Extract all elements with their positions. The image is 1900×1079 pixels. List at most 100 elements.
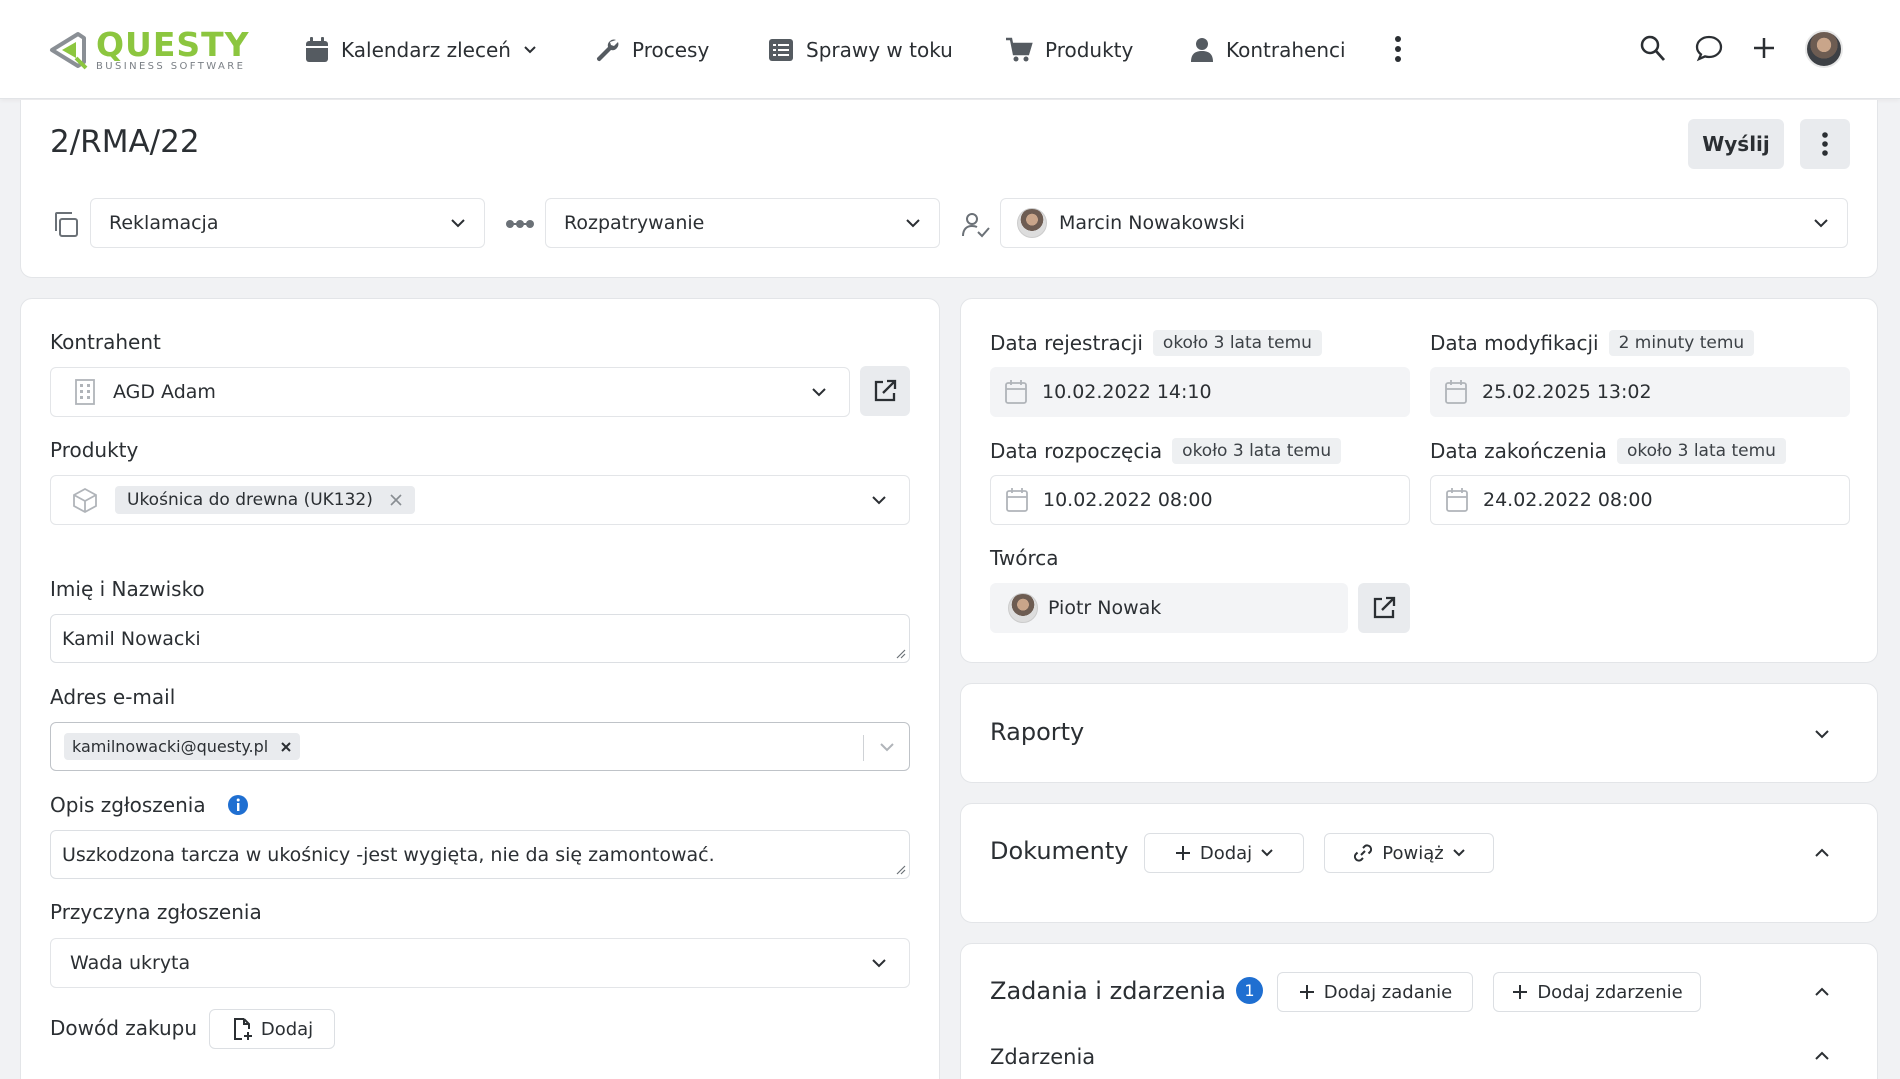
nav-item-cases[interactable]: Sprawy w toku <box>768 0 953 99</box>
chevron-down-icon <box>872 496 886 505</box>
chevron-down-icon <box>906 219 920 228</box>
chevron-up-icon[interactable] <box>1814 1047 1830 1065</box>
documents-title: Dokumenty <box>990 837 1129 865</box>
description-label: Opis zgłoszenia <box>50 793 206 817</box>
resize-handle-icon[interactable] <box>896 865 906 875</box>
reports-card[interactable] <box>960 683 1878 783</box>
add-event-button[interactable]: Dodaj zdarzenie <box>1493 972 1701 1012</box>
plus-icon <box>1513 985 1528 999</box>
email-chip: kamilnowacki@questy.pl <box>64 733 301 760</box>
plus-icon <box>1299 985 1314 999</box>
chevron-down-icon <box>872 959 886 968</box>
end-date-badge: około 3 lata temu <box>1616 438 1786 464</box>
nav-item-processes[interactable]: Procesy <box>594 0 709 99</box>
calendar-outline-icon <box>1446 488 1468 512</box>
logo-tagline: BUSINESS SOFTWARE <box>96 61 246 72</box>
products-label: Produkty <box>50 438 139 462</box>
chevron-up-icon[interactable] <box>1814 983 1830 1001</box>
chevron-up-icon[interactable] <box>1814 844 1830 862</box>
registration-date-label: Data rejestracji około 3 lata temu <box>990 330 1322 356</box>
start-date-value: 10.02.2022 08:00 <box>1043 489 1213 511</box>
nav-label-cases: Sprawy w toku <box>806 37 953 62</box>
link-icon <box>1354 844 1373 862</box>
contractor-value: AGD Adam <box>113 381 216 403</box>
case-type-select[interactable]: Reklamacja <box>90 198 485 248</box>
chevron-down-icon <box>1814 219 1828 228</box>
assignee-select[interactable]: Marcin Nowakowski <box>1000 198 1848 248</box>
external-link-icon <box>874 379 897 402</box>
close-icon[interactable] <box>389 493 403 507</box>
close-icon[interactable] <box>280 741 292 753</box>
add-task-button[interactable]: Dodaj zadanie <box>1277 972 1473 1012</box>
contractor-select[interactable]: AGD Adam <box>50 367 850 417</box>
file-add-icon <box>233 1018 252 1040</box>
reason-select[interactable]: Wada ukryta <box>50 938 910 988</box>
chevron-down-icon[interactable] <box>879 739 895 755</box>
description-textarea[interactable]: Uszkodzona tarcza w ukośnicy -jest wygię… <box>50 830 910 879</box>
documents-add-button[interactable]: Dodaj <box>1144 833 1304 873</box>
email-chip-label: kamilnowacki@questy.pl <box>72 737 269 756</box>
events-subsection-title: Zdarzenia <box>990 1045 1096 1069</box>
registration-date-badge: około 3 lata temu <box>1152 330 1322 356</box>
tasks-count-badge: 1 <box>1235 977 1263 1004</box>
add-button[interactable] <box>1750 33 1778 63</box>
start-date-label: Data rozpoczęcia około 3 lata temu <box>990 438 1342 464</box>
case-status-select[interactable]: Rozpatrywanie <box>545 198 940 248</box>
documents-add-label: Dodaj <box>1199 842 1253 864</box>
nav-item-products[interactable]: Produkty <box>1005 0 1133 99</box>
modification-date-field: 25.02.2025 13:02 <box>1430 367 1850 417</box>
add-task-label: Dodaj zadanie <box>1323 981 1453 1003</box>
user-check-icon <box>961 211 991 239</box>
reports-title: Raporty <box>990 718 1085 746</box>
contractor-label: Kontrahent <box>50 330 161 354</box>
creator-avatar <box>1008 593 1038 623</box>
nav-label-contractors: Kontrahenci <box>1226 37 1346 62</box>
start-date-input[interactable]: 10.02.2022 08:00 <box>990 475 1410 525</box>
info-icon[interactable] <box>227 794 249 816</box>
end-date-value: 24.02.2022 08:00 <box>1483 489 1653 511</box>
select-divider <box>863 735 864 761</box>
open-creator-button[interactable] <box>1358 583 1410 633</box>
end-date-input[interactable]: 24.02.2022 08:00 <box>1430 475 1850 525</box>
email-select[interactable]: kamilnowacki@questy.pl <box>50 722 910 771</box>
chevron-down-icon[interactable] <box>1814 725 1830 743</box>
send-button[interactable]: Wyślij <box>1688 119 1784 169</box>
product-chip-label: Ukośnica do drewna (UK132) <box>127 490 373 510</box>
modification-date-value: 25.02.2025 13:02 <box>1482 381 1652 403</box>
chat-button[interactable] <box>1694 33 1724 63</box>
tasks-title: Zadania i zdarzenia <box>990 977 1226 1005</box>
logo-name: QUESTY <box>96 25 250 64</box>
proof-add-label: Dodaj <box>260 1018 314 1040</box>
name-label: Imię i Nazwisko <box>50 577 205 601</box>
open-contractor-button[interactable] <box>860 366 910 416</box>
nav-label-calendar: Kalendarz zleceń <box>341 37 511 62</box>
products-select[interactable]: Ukośnica do drewna (UK132) <box>50 475 910 525</box>
cart-icon <box>1006 37 1033 61</box>
modification-date-badge: 2 minuty temu <box>1608 330 1755 356</box>
calendar-icon <box>306 36 328 62</box>
end-date-label-text: Data zakończenia <box>1430 439 1607 463</box>
resize-handle-icon[interactable] <box>896 649 906 659</box>
kebab-icon <box>1822 132 1828 156</box>
user-avatar[interactable] <box>1805 30 1843 68</box>
search-button[interactable] <box>1639 33 1667 63</box>
reason-value: Wada ukryta <box>70 952 191 974</box>
wrench-icon <box>596 39 619 61</box>
calendar-outline-icon <box>1445 380 1467 404</box>
start-date-badge: około 3 lata temu <box>1172 438 1342 464</box>
description-label-row: Opis zgłoszenia <box>50 793 249 817</box>
documents-link-label: Powiąż <box>1382 842 1444 864</box>
proof-add-button[interactable]: Dodaj <box>209 1009 335 1049</box>
more-menu-button[interactable] <box>1386 30 1410 68</box>
page-title: 2/RMA/22 <box>50 124 200 160</box>
case-header-card <box>20 100 1878 278</box>
nav-item-calendar[interactable]: Kalendarz zleceń <box>305 0 537 99</box>
case-more-button[interactable] <box>1800 119 1850 169</box>
registration-date-field: 10.02.2022 14:10 <box>990 367 1410 417</box>
questy-logo[interactable]: QUESTY BUSINESS SOFTWARE <box>48 28 250 72</box>
nav-item-contractors[interactable]: Kontrahenci <box>1190 0 1346 99</box>
case-status-value: Rozpatrywanie <box>564 212 705 234</box>
name-input[interactable]: Kamil Nowacki <box>50 614 910 663</box>
status-dots-icon <box>505 214 535 234</box>
documents-link-button[interactable]: Powiąż <box>1324 833 1494 873</box>
